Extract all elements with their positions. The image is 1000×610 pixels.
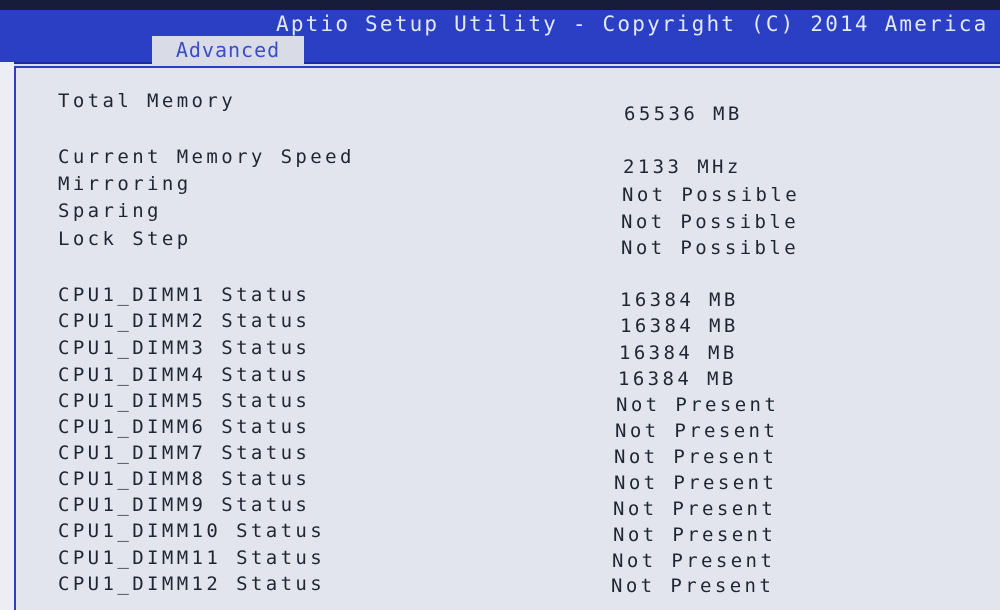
setting-value: 2133 MHz (623, 156, 742, 178)
dimm-status-label: CPU1_DIMM4 Status (58, 364, 311, 386)
setting-value: Not Possible (622, 184, 801, 206)
dimm-status-label: CPU1_DIMM9 Status (58, 494, 311, 516)
left-margin (0, 62, 14, 610)
setting-label: Total Memory (58, 90, 237, 112)
dimm-status-value: 16384 MB (620, 289, 739, 311)
bios-header: Aptio Setup Utility - Copyright (C) 2014… (0, 0, 1000, 64)
dimm-status-label: CPU1_DIMM3 Status (58, 337, 311, 359)
tab-advanced[interactable]: Advanced (152, 36, 304, 64)
dimm-status-label: CPU1_DIMM12 Status (58, 573, 326, 595)
setting-label: Lock Step (58, 228, 192, 250)
dimm-status-label: CPU1_DIMM10 Status (58, 520, 326, 542)
setting-label: Current Memory Speed (58, 146, 355, 168)
dimm-status-label: CPU1_DIMM11 Status (58, 547, 326, 569)
dimm-status-label: CPU1_DIMM2 Status (58, 310, 311, 332)
dimm-status-value: 16384 MB (619, 342, 738, 364)
dimm-status-value: Not Present (611, 575, 775, 597)
dimm-status-value: Not Present (616, 394, 780, 416)
dimm-status-value: Not Present (614, 472, 778, 494)
setting-label: Sparing (58, 200, 162, 222)
dimm-status-label: CPU1_DIMM5 Status (58, 390, 311, 412)
dimm-status-label: CPU1_DIMM7 Status (58, 442, 311, 464)
dimm-status-label: CPU1_DIMM8 Status (58, 468, 311, 490)
dimm-status-label: CPU1_DIMM1 Status (58, 284, 311, 306)
setting-value: 65536 MB (624, 103, 743, 125)
setting-value: Not Possible (621, 237, 800, 259)
setting-label: Mirroring (58, 173, 192, 195)
dimm-status-value: Not Present (614, 446, 778, 468)
dimm-status-value: 16384 MB (618, 368, 737, 390)
dimm-status-value: Not Present (613, 524, 777, 546)
setting-value: Not Possible (621, 211, 800, 233)
bios-title: Aptio Setup Utility - Copyright (C) 2014… (276, 12, 989, 36)
header-top-edge (0, 0, 1000, 10)
dimm-status-value: Not Present (612, 550, 776, 572)
dimm-status-value: 16384 MB (620, 315, 739, 337)
dimm-status-label: CPU1_DIMM6 Status (58, 416, 311, 438)
dimm-status-value: Not Present (615, 420, 779, 442)
dimm-status-value: Not Present (613, 498, 777, 520)
